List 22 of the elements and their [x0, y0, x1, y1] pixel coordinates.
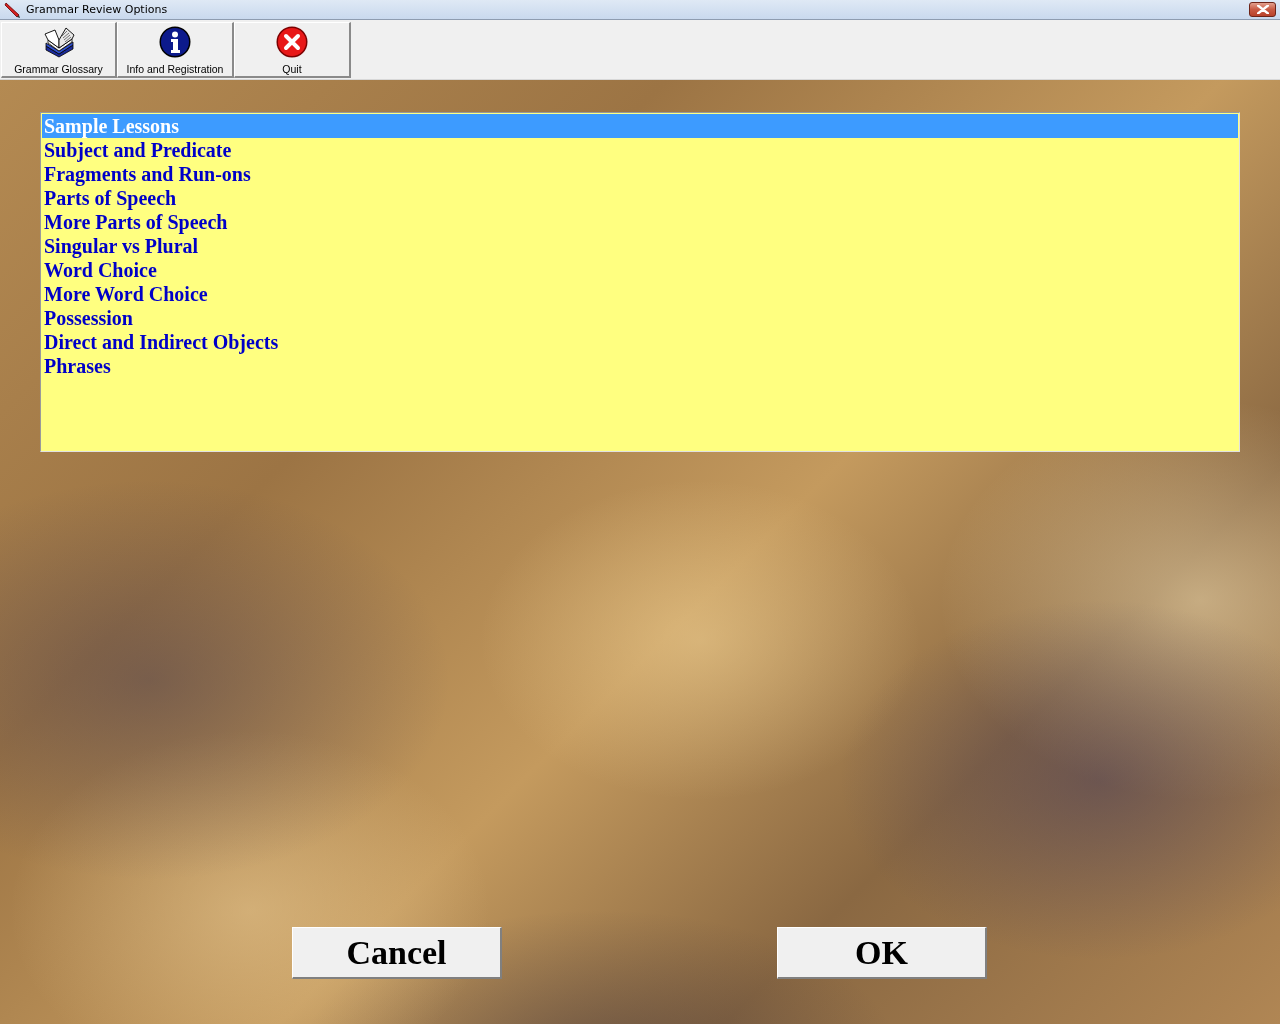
- lesson-item[interactable]: More Word Choice: [42, 282, 1238, 306]
- lesson-item[interactable]: Possession: [42, 306, 1238, 330]
- quit-button[interactable]: Quit: [234, 22, 351, 78]
- lesson-item[interactable]: Word Choice: [42, 258, 1238, 282]
- info-icon: [159, 26, 191, 58]
- lesson-item[interactable]: Fragments and Run-ons: [42, 162, 1238, 186]
- lesson-item[interactable]: Parts of Speech: [42, 186, 1238, 210]
- lesson-item[interactable]: More Parts of Speech: [42, 210, 1238, 234]
- ok-button[interactable]: OK: [777, 927, 987, 979]
- lesson-item[interactable]: Subject and Predicate: [42, 138, 1238, 162]
- lesson-item[interactable]: Singular vs Plural: [42, 234, 1238, 258]
- glossary-button[interactable]: Grammar Glossary: [1, 22, 117, 78]
- close-button[interactable]: [1249, 2, 1276, 17]
- lesson-item[interactable]: Direct and Indirect Objects: [42, 330, 1238, 354]
- pencil-icon: [4, 1, 20, 18]
- close-icon: [1256, 5, 1269, 14]
- window-title: Grammar Review Options: [26, 3, 168, 16]
- lesson-item[interactable]: Phrases: [42, 354, 1238, 378]
- cancel-button[interactable]: Cancel: [292, 927, 502, 979]
- quit-icon: [276, 26, 308, 58]
- info-button[interactable]: Info and Registration: [117, 22, 234, 78]
- book-icon: [41, 26, 76, 58]
